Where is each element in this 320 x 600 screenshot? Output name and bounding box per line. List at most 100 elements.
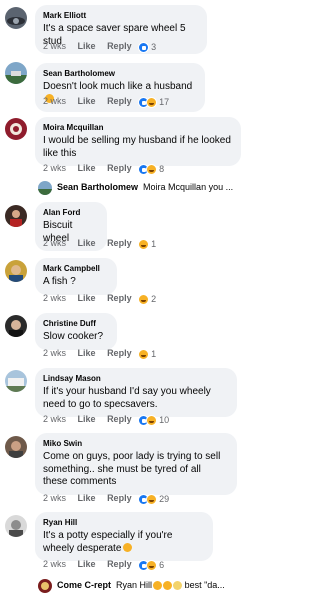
comment-time[interactable]: 2 wks	[43, 238, 66, 248]
reply-button[interactable]: Reply	[107, 163, 132, 173]
reaction-summary[interactable]: 6	[138, 559, 164, 571]
comment-meta: 2 wks Like Reply 6	[43, 558, 164, 571]
reply-preview[interactable]: Come C-rept Ryan Hill best "da...	[38, 578, 225, 593]
like-button[interactable]: Like	[78, 414, 96, 424]
like-button[interactable]: Like	[78, 559, 96, 569]
like-reaction-icon	[138, 41, 150, 53]
avatar[interactable]	[5, 7, 27, 29]
reply-author[interactable]: Sean Bartholomew	[57, 182, 138, 192]
haha-reaction-icon	[146, 493, 158, 505]
comment-bubble: Mark Campbell A fish ?	[35, 258, 117, 295]
reply-button[interactable]: Reply	[107, 414, 132, 424]
comment-text: If it's your husband I'd say you wheely …	[43, 386, 211, 410]
haha-reaction-icon	[138, 238, 150, 250]
reaction-count: 17	[159, 97, 170, 108]
haha-reaction-icon	[146, 414, 158, 426]
reaction-count: 1	[151, 239, 157, 250]
like-button[interactable]: Like	[78, 96, 96, 106]
reaction-summary[interactable]: 29	[138, 493, 169, 505]
avatar[interactable]	[5, 62, 27, 84]
laughing-emoji-icon	[153, 581, 163, 591]
avatar[interactable]	[5, 118, 27, 140]
like-button[interactable]: Like	[78, 293, 96, 303]
laughing-emoji-icon	[123, 542, 133, 552]
avatar[interactable]	[5, 370, 27, 392]
reaction-summary[interactable]: 1	[138, 238, 156, 250]
comment-time[interactable]: 2 wks	[43, 163, 66, 173]
reaction-summary[interactable]: 2	[138, 293, 156, 305]
comment-text: Slow cooker?	[43, 331, 104, 342]
avatar[interactable]	[5, 205, 27, 227]
comment-author[interactable]: Alan Ford	[43, 208, 98, 218]
comment-author[interactable]: Moira Mcquillan	[43, 123, 232, 133]
reaction-summary[interactable]: 3	[138, 41, 156, 53]
haha-reaction-icon	[146, 559, 158, 571]
comment-author[interactable]: Mark Elliott	[43, 11, 198, 21]
comment-author[interactable]: Lindsay Mason	[43, 374, 228, 384]
reply-button[interactable]: Reply	[107, 96, 132, 106]
comment-text: Come on guys, poor lady is trying to sel…	[43, 451, 221, 487]
reply-author[interactable]: Come C-rept	[57, 580, 111, 590]
avatar	[38, 578, 52, 593]
reaction-summary[interactable]: 10	[138, 414, 169, 426]
emoji-icon	[173, 581, 183, 591]
comment-meta: 2 wks Like Reply 10	[43, 413, 169, 426]
haha-reaction-icon	[138, 293, 150, 305]
comment-author[interactable]: Sean Bartholomew	[43, 69, 196, 79]
avatar[interactable]	[5, 436, 27, 458]
avatar[interactable]	[5, 315, 27, 337]
comment-time[interactable]: 2 wks	[43, 493, 66, 503]
comment-meta: 2 wks Like Reply 8	[43, 162, 164, 175]
reply-text: Ryan Hill	[116, 580, 153, 590]
comment-time[interactable]: 2 wks	[43, 293, 66, 303]
like-button[interactable]: Like	[78, 348, 96, 358]
comment-author[interactable]: Christine Duff	[43, 319, 108, 329]
reaction-count: 2	[151, 294, 157, 305]
comment-time[interactable]: 2 wks	[43, 41, 66, 51]
reaction-summary[interactable]: 17	[138, 96, 169, 108]
reaction-summary[interactable]: 1	[138, 348, 156, 360]
reply-text: Moira Mcquillan you ...	[143, 182, 234, 192]
reply-button[interactable]: Reply	[107, 41, 132, 51]
comment-time[interactable]: 2 wks	[43, 414, 66, 424]
like-button[interactable]: Like	[78, 41, 96, 51]
comment-meta: 2 wks Like Reply 1	[43, 347, 156, 360]
comment-meta: 2 wks Like Reply 3	[43, 40, 156, 53]
comment-author[interactable]: Mark Campbell	[43, 264, 108, 274]
reaction-count: 8	[159, 164, 165, 175]
reply-button[interactable]: Reply	[107, 559, 132, 569]
reply-preview[interactable]: Sean Bartholomew Moira Mcquillan you ...	[38, 180, 234, 195]
reply-button[interactable]: Reply	[107, 238, 132, 248]
comment-time[interactable]: 2 wks	[43, 96, 66, 106]
comment-meta: 2 wks Like Reply 29	[43, 492, 169, 505]
comment-bubble: Christine Duff Slow cooker?	[35, 313, 117, 350]
comment-author[interactable]: Miko Swin	[43, 439, 228, 449]
avatar[interactable]	[5, 515, 27, 537]
comment-meta: 2 wks Like Reply 1	[43, 237, 156, 250]
reaction-count: 29	[159, 494, 170, 505]
comment-text: It's a potty especially if you're wheely…	[43, 530, 173, 554]
reaction-count: 3	[151, 42, 157, 53]
like-button[interactable]: Like	[78, 493, 96, 503]
comment-time[interactable]: 2 wks	[43, 348, 66, 358]
comment-text: A fish ?	[43, 276, 76, 287]
reaction-count: 1	[151, 349, 157, 360]
comment-bubble: Ryan Hill It's a potty especially if you…	[35, 512, 213, 561]
avatar[interactable]	[5, 260, 27, 282]
reply-button[interactable]: Reply	[107, 348, 132, 358]
reply-text-suffix: best "da...	[184, 580, 225, 590]
like-button[interactable]: Like	[78, 163, 96, 173]
comment-bubble: Moira Mcquillan I would be selling my hu…	[35, 117, 241, 166]
haha-reaction-icon	[146, 96, 158, 108]
reply-button[interactable]: Reply	[107, 493, 132, 503]
reply-button[interactable]: Reply	[107, 293, 132, 303]
comment-bubble: Miko Swin Come on guys, poor lady is try…	[35, 433, 237, 495]
comment-meta: 2 wks Like Reply 17	[43, 95, 169, 108]
haha-reaction-icon	[146, 163, 158, 175]
reaction-summary[interactable]: 8	[138, 163, 164, 175]
laughing-emoji-icon	[163, 581, 173, 591]
comment-meta: 2 wks Like Reply 2	[43, 292, 156, 305]
like-button[interactable]: Like	[78, 238, 96, 248]
comment-time[interactable]: 2 wks	[43, 559, 66, 569]
comment-author[interactable]: Ryan Hill	[43, 518, 204, 528]
